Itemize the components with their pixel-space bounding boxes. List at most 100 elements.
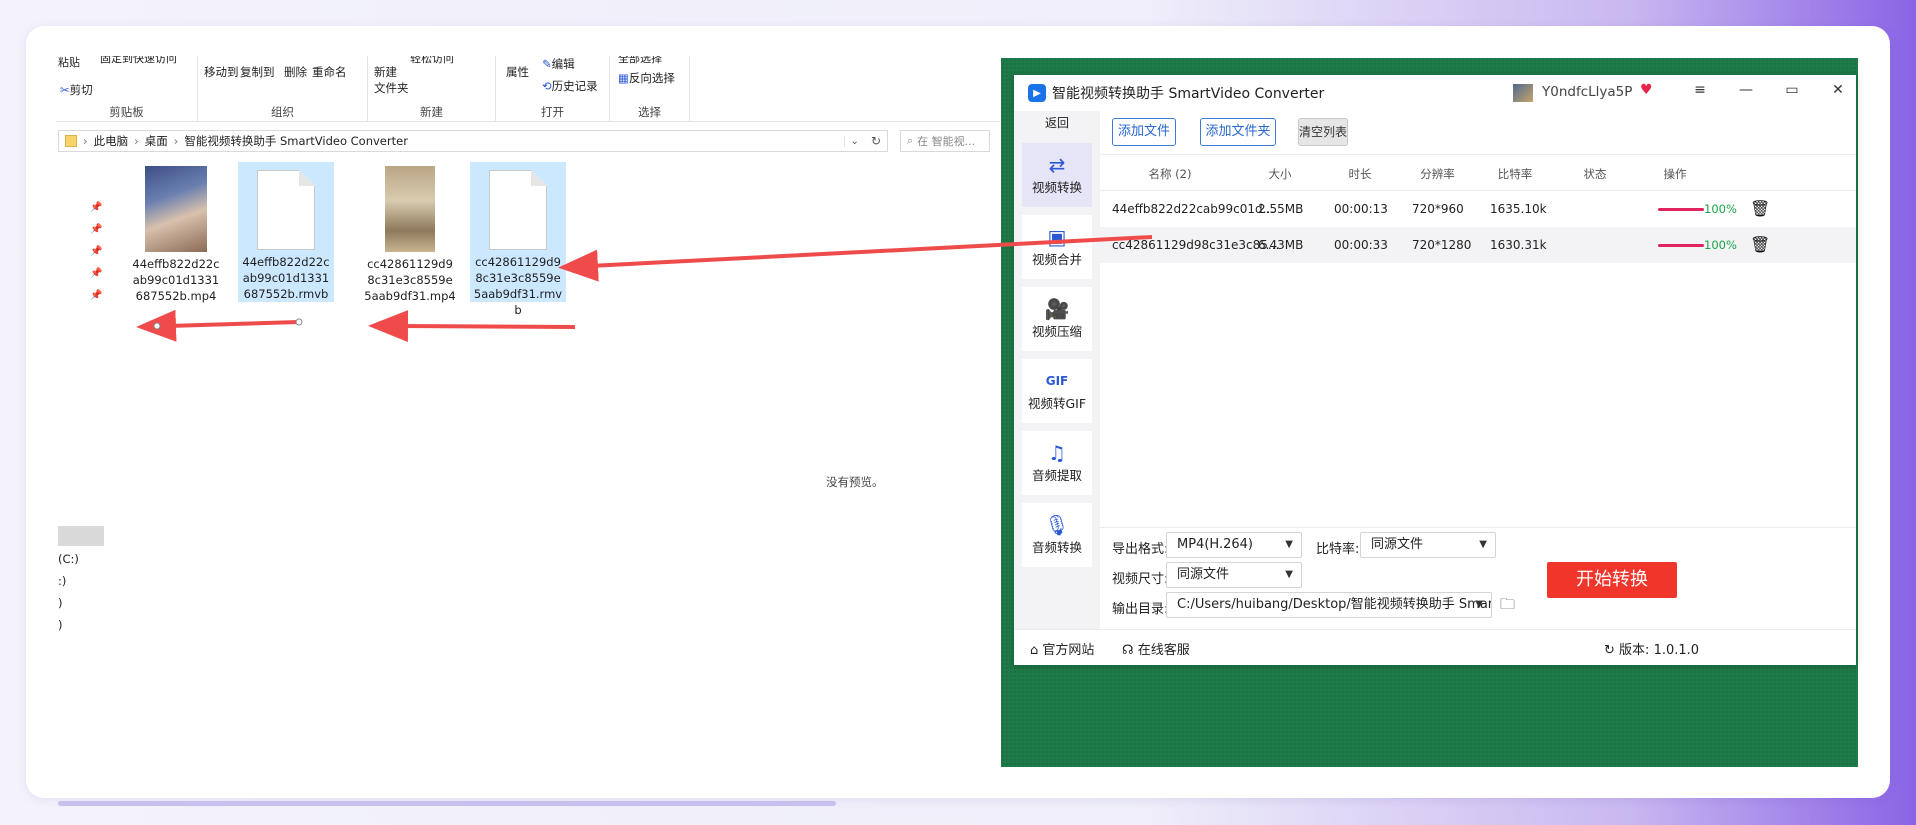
back-button[interactable]: 返回 (1014, 111, 1100, 135)
file-item[interactable]: cc42861129d98c31e3c8559e5aab9df31.rmvb (470, 162, 566, 317)
edit-icon: ✎ (542, 57, 552, 71)
avatar[interactable] (1513, 84, 1533, 102)
table-row[interactable]: cc42861129d98c31e3c85... 6.43MB 00:00:33… (1100, 227, 1856, 263)
file-name: 44effb822d22cab99c01d1331687552b.rmvb (242, 255, 330, 301)
trash-icon[interactable]: 🗑 (1750, 235, 1770, 254)
pin-icon[interactable]: 📌 (90, 290, 102, 312)
copy-to-button[interactable]: 复制到 (240, 64, 275, 80)
refresh-icon[interactable]: ↻ (865, 134, 887, 148)
ribbon: 粘贴 固定到快速访问 ✂剪切 剪贴板 移动到 复制到 删除 重命名 组织 新建文… (56, 56, 1000, 122)
column-header[interactable]: 比特率 (1495, 166, 1535, 182)
bitrate-label: 比特率: (1316, 542, 1360, 557)
preview-pane-text: 没有预览。 (826, 475, 884, 489)
pin-icon[interactable]: 📌 (90, 224, 102, 246)
address-bar[interactable]: › 此电脑 › 桌面 › 智能视频转换助手 SmartVideo Convert… (58, 130, 888, 152)
folder-open-icon[interactable]: 🗀 (1500, 594, 1515, 619)
size-select[interactable]: 同源文件 ▼ (1166, 562, 1302, 588)
new-folder-button[interactable]: 新建 文件夹 (374, 64, 409, 96)
user-name[interactable]: Y0ndfcLlya5P (1542, 84, 1632, 100)
edit-button[interactable]: ✎编辑 (542, 56, 575, 72)
file-name: cc42861129d98c31e3c8559e5aab9df31.mp4 (364, 257, 456, 303)
vip-heart-icon[interactable]: ♥ (1640, 82, 1653, 98)
chevron-right-icon: › (83, 134, 88, 148)
sidebar-item-video-gif[interactable]: GIF 视频转GIF (1022, 359, 1092, 423)
website-link[interactable]: ⌂ 官方网站 (1030, 639, 1094, 658)
file-item[interactable]: 44effb822d22cab99c01d1331687552b.rmvb (238, 162, 334, 302)
row-duration: 00:00:33 (1334, 238, 1388, 252)
caret-down-icon: ▼ (1479, 539, 1487, 550)
ribbon-group-title: 打开 (541, 105, 564, 119)
sidebar-item-video-merge[interactable]: ▣ 视频合并 (1022, 215, 1092, 279)
sidebar-item-video-compress[interactable]: 🎥 视频压缩 (1022, 287, 1092, 351)
chevron-right-icon: › (173, 134, 179, 148)
output-path-select[interactable]: C:/Users/huibang/Desktop/智能视频转换助手 SmartV… (1166, 592, 1492, 618)
history-button[interactable]: ⟲历史记录 (542, 78, 598, 94)
properties-button[interactable]: 属性 (506, 64, 529, 80)
minimize-icon[interactable]: — (1734, 82, 1758, 104)
row-bitrate: 1630.31k (1490, 238, 1547, 252)
column-header[interactable]: 名称 (2) (1120, 166, 1220, 182)
sidebar-item-audio-convert[interactable]: 🎙 音频转换 (1022, 503, 1092, 567)
column-header[interactable]: 状态 (1575, 166, 1615, 182)
table-row[interactable]: 44effb822d22cab99c01d... 2.55MB 00:00:13… (1100, 191, 1856, 227)
invert-selection-button[interactable]: ▦反向选择 (618, 70, 675, 86)
sidebar-item-video-convert[interactable]: ⇄ 视频转换 (1022, 143, 1092, 207)
sidebar-item-audio-extract[interactable]: ♫ 音频提取 (1022, 431, 1092, 495)
format-select[interactable]: MP4(H.264) ▼ (1166, 532, 1302, 558)
nav-drive-item[interactable]: ) (58, 596, 63, 610)
column-header[interactable]: 分辨率 (1415, 166, 1460, 182)
menu-icon[interactable]: ≡ (1688, 82, 1712, 104)
pin-icon[interactable]: 📌 (90, 246, 102, 268)
pin-icon[interactable]: 📌 (90, 202, 102, 224)
search-input[interactable]: ⌕ 在 智能视... (900, 130, 990, 152)
add-folder-button[interactable]: 添加文件夹 (1200, 118, 1276, 146)
column-header[interactable]: 时长 (1340, 166, 1380, 182)
select-all-button[interactable]: 全部选择 (618, 56, 662, 66)
nav-drive-item[interactable]: (C:) (58, 552, 79, 566)
version-info[interactable]: ↻ 版本: 1.0.1.0 (1604, 639, 1699, 658)
video-merge-icon: ▣ (1047, 225, 1067, 249)
sidebar-item-label: 视频转换 (1031, 180, 1082, 195)
nav-pane-selected-item[interactable] (58, 526, 104, 546)
video-convert-icon: ⇄ (1048, 153, 1066, 177)
column-header[interactable]: 大小 (1260, 166, 1300, 182)
move-to-button[interactable]: 移动到 (204, 64, 239, 80)
pin-icon[interactable]: 📌 (90, 268, 102, 290)
bitrate-select[interactable]: 同源文件 ▼ (1360, 532, 1496, 558)
app-logo-icon: ▶ (1028, 84, 1046, 102)
file-item[interactable]: cc42861129d98c31e3c8559e5aab9df31.mp4 (362, 162, 458, 303)
file-name: cc42861129d98c31e3c8559e5aab9df31.rmvb (473, 255, 563, 317)
column-header[interactable]: 操作 (1655, 166, 1695, 182)
delete-button[interactable]: 删除 (284, 64, 307, 80)
file-item[interactable]: 44effb822d22cab99c01d1331687552b.mp4 (128, 162, 224, 303)
breadcrumb-this-pc[interactable]: 此电脑 (94, 133, 129, 149)
toolbar: 添加文件 添加文件夹 清空列表 (1100, 111, 1856, 155)
add-file-button[interactable]: 添加文件 (1112, 118, 1176, 146)
quick-access-pins: 📌 📌 📌 📌 📌 (90, 202, 102, 312)
breadcrumb-folder[interactable]: 智能视频转换助手 SmartVideo Converter (184, 133, 408, 149)
clear-list-button[interactable]: 清空列表 (1298, 118, 1348, 146)
cut-button[interactable]: ✂剪切 (60, 82, 93, 98)
ribbon-group-clipboard: 粘贴 固定到快速访问 ✂剪切 剪贴板 (56, 56, 198, 122)
support-link[interactable]: ☊ 在线客服 (1122, 639, 1190, 658)
horizontal-scrollbar[interactable] (58, 801, 836, 806)
folder-icon (65, 135, 77, 147)
table-header: 名称 (2) 大小 时长 分辨率 比特率 状态 操作 (1100, 155, 1856, 191)
ribbon-group-title: 选择 (638, 105, 661, 119)
paste-button[interactable]: 粘贴 (58, 56, 80, 70)
maximize-icon[interactable]: ▭ (1780, 82, 1804, 104)
chevron-down-icon[interactable]: ⌄ (843, 135, 865, 147)
row-file-name: cc42861129d98c31e3c85... (1112, 238, 1280, 252)
close-icon[interactable]: ✕ (1826, 82, 1850, 104)
row-size: 2.55MB (1258, 202, 1304, 216)
row-file-name: 44effb822d22cab99c01d... (1112, 202, 1275, 216)
trash-icon[interactable]: 🗑 (1750, 199, 1770, 218)
pin-quick-access-button[interactable]: 固定到快速访问 (100, 56, 177, 66)
rename-button[interactable]: 重命名 (312, 64, 347, 80)
progress-text: 100% (1704, 202, 1737, 216)
nav-drive-item[interactable]: :) (58, 574, 66, 588)
breadcrumb-desktop[interactable]: 桌面 (145, 133, 168, 149)
nav-drive-item[interactable]: ) (58, 618, 63, 632)
easy-access-button[interactable]: 轻松访问 (410, 56, 454, 66)
start-convert-button[interactable]: 开始转换 (1547, 562, 1677, 598)
